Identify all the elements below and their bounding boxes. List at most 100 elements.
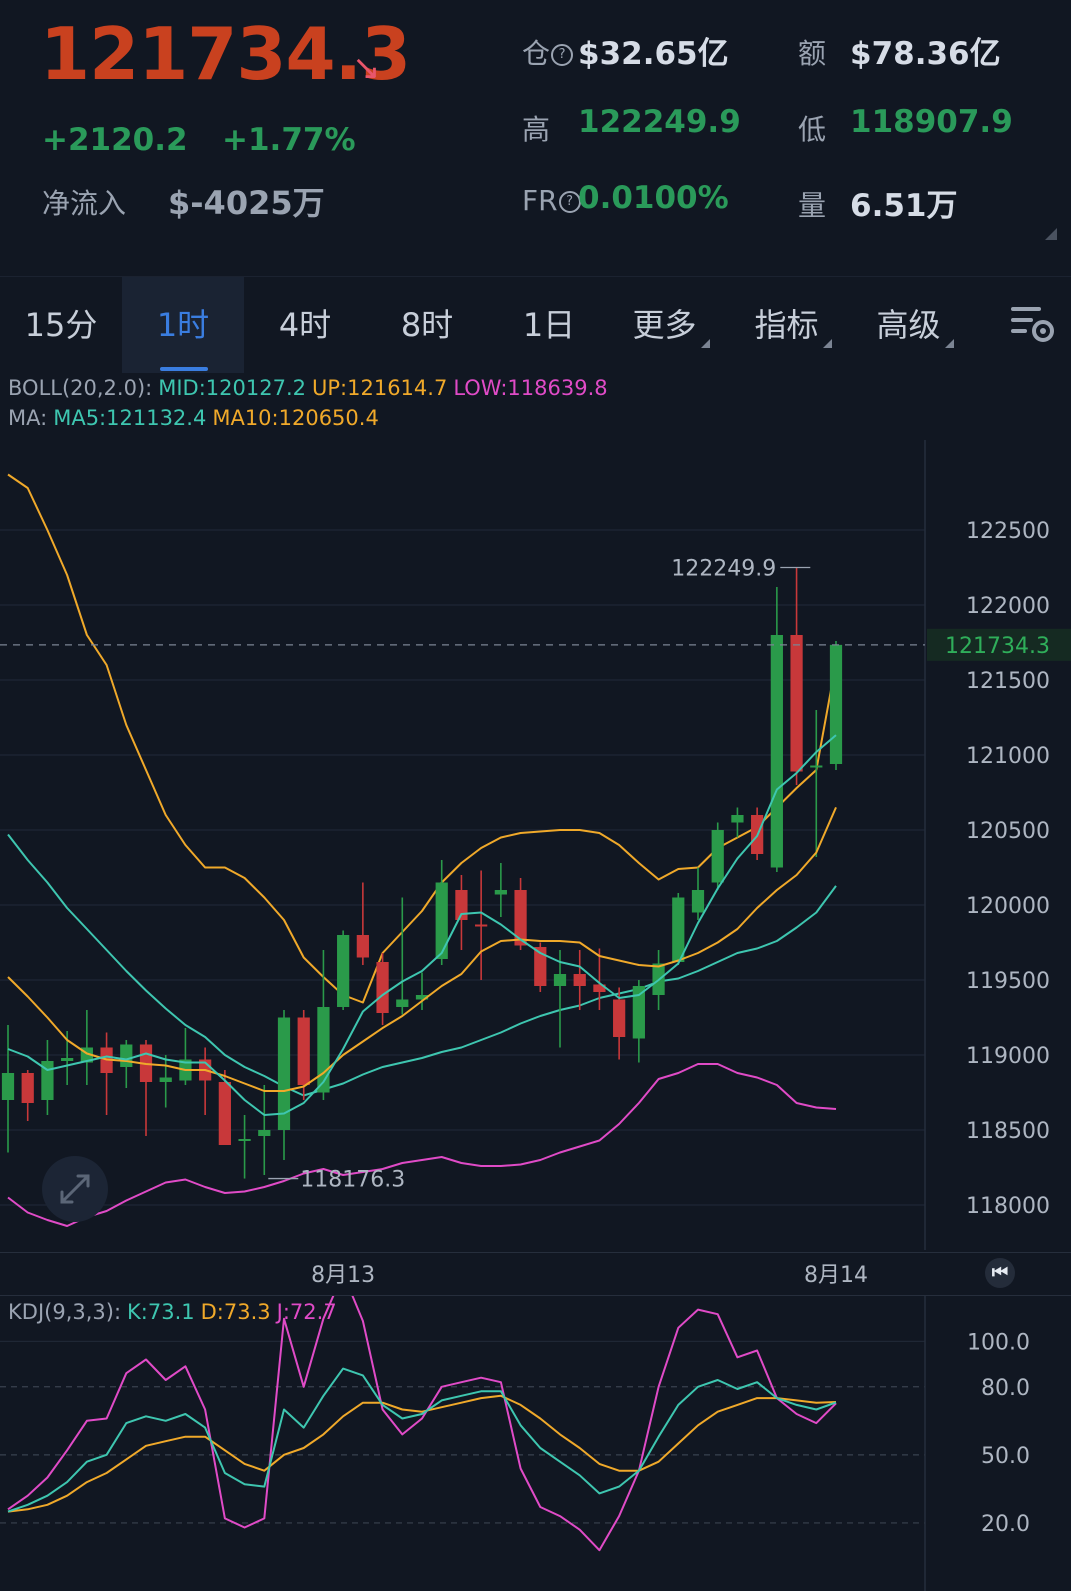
low-label: 低	[798, 113, 827, 146]
price-tick-label: 120000	[966, 894, 1050, 919]
dropdown-corner-icon	[822, 339, 832, 348]
candle-body	[317, 1007, 330, 1093]
dropdown-corner-icon	[700, 339, 710, 348]
candle-body	[376, 962, 389, 1013]
price-markers: 121734.3 122249.9 118176.3	[0, 557, 1071, 1193]
boll-upper-line	[7, 473, 837, 1004]
price-change-pct: +1.77%	[222, 122, 356, 158]
candle-body	[218, 1082, 231, 1145]
candle-body	[731, 815, 744, 823]
tab-indicators[interactable]: 指标	[732, 277, 854, 373]
tab-4h[interactable]: 4时	[244, 277, 366, 373]
time-tick-label: 8月14	[804, 1263, 868, 1288]
candle-body	[573, 974, 586, 986]
kdj-tick-label: 100.0	[967, 1330, 1030, 1355]
turnover-label: 额	[798, 37, 827, 70]
funding-rate-label[interactable]: FR?	[522, 184, 581, 217]
tab-more[interactable]: 更多	[610, 277, 732, 373]
net-inflow-label: 净流入	[42, 187, 127, 220]
interval-tab-bar: 15分 1时 4时 8时 1日 更多 指标 高级	[0, 276, 1071, 373]
tab-advanced[interactable]: 高级	[854, 277, 976, 373]
price-tick-label: 118500	[966, 1119, 1050, 1144]
tab-1h[interactable]: 1时	[122, 277, 244, 373]
active-tab-indicator	[160, 367, 208, 371]
ma10-value: MA10:120650.4	[212, 406, 379, 430]
candle-body	[494, 890, 507, 895]
price-axis: 122500 122000 121500 121000 120500 120000 1195…	[966, 519, 1050, 1219]
candle-body	[810, 765, 823, 768]
low-marker-label: 118176.3	[300, 1168, 405, 1193]
time-tick-label: 8月13	[311, 1263, 375, 1288]
boll-upper-band	[7, 473, 837, 1004]
tab-label: 8时	[400, 306, 454, 344]
kdj-j-line	[7, 1296, 837, 1552]
high-label: 高	[522, 113, 551, 146]
candle-body	[790, 635, 803, 772]
volume-value: 6.51万	[850, 188, 958, 224]
time-axis-labels: 8月13 8月14	[311, 1263, 868, 1288]
tab-1d[interactable]: 1日	[488, 277, 610, 373]
net-inflow-value: $-4025万	[168, 184, 325, 222]
tab-label: 4时	[278, 306, 332, 344]
scroll-to-latest-button[interactable]: ⏮	[985, 1258, 1015, 1288]
open-interest-label[interactable]: 仓?	[522, 32, 574, 72]
kdj-tick-label: 20.0	[981, 1512, 1030, 1537]
volume-label: 量	[798, 189, 827, 222]
fullscreen-button[interactable]	[42, 1156, 108, 1222]
kdj-chart[interactable]: 100.0 80.0 50.0 20.0	[0, 1296, 1071, 1591]
boll-low-value: LOW:118639.8	[453, 376, 608, 400]
price-tick-label: 119500	[966, 969, 1050, 994]
price-tick-label: 121000	[966, 744, 1050, 769]
tab-label: 更多	[632, 306, 697, 344]
expand-corner-icon[interactable]	[1045, 228, 1057, 240]
high-marker-label: 122249.9	[671, 557, 776, 582]
tab-label: 高级	[876, 306, 941, 344]
kdj-j-series	[7, 1296, 837, 1552]
funding-rate-label-text: FR	[522, 184, 558, 217]
kdj-k-line	[7, 1367, 837, 1513]
tab-15m[interactable]: 15分	[0, 277, 122, 373]
help-icon[interactable]: ?	[551, 44, 574, 66]
candle-body	[691, 890, 705, 913]
candles	[1, 567, 843, 1179]
candle-body	[475, 924, 488, 927]
price-grid	[0, 529, 925, 1206]
tab-label: 1时	[156, 306, 210, 344]
boll-lower-band	[7, 1063, 837, 1227]
candle-body	[672, 897, 685, 962]
price-tick-label: 120500	[966, 819, 1050, 844]
candle-body	[829, 644, 843, 764]
turnover-value: $78.36亿	[850, 36, 1001, 72]
candle-body	[356, 935, 369, 958]
candle-body	[61, 1058, 74, 1061]
candle-body	[258, 1130, 271, 1136]
time-axis: 8月13 8月14	[0, 1252, 1071, 1296]
candle-body	[120, 1044, 133, 1067]
tab-label: 1日	[522, 306, 576, 344]
ma-legend-label: MA:	[8, 406, 48, 430]
low-value: 118907.9	[850, 104, 1013, 140]
price-down-arrow-icon: ↘	[352, 48, 381, 88]
candlestick-chart[interactable]: 121734.3122249.9118176.3 122500122000121…	[0, 440, 1071, 1250]
price-tick-label: 119000	[966, 1044, 1050, 1069]
kdj-grid	[0, 1340, 925, 1524]
price-tick-label: 122500	[966, 519, 1050, 544]
open-interest-value: $32.65亿	[578, 36, 729, 72]
tab-label: 指标	[754, 306, 819, 344]
high-value: 122249.9	[578, 104, 741, 140]
open-interest-label-text: 仓	[522, 37, 551, 70]
expand-icon	[60, 1174, 90, 1204]
candle-body	[238, 1139, 251, 1141]
boll-legend-label: BOLL(20,2.0):	[8, 376, 153, 400]
current-price-tag-text: 121734.3	[945, 634, 1050, 659]
chart-settings-icon[interactable]	[1007, 297, 1059, 349]
price-tick-label: 118000	[966, 1194, 1050, 1219]
candle-body	[435, 882, 448, 959]
funding-rate-value: 0.0100%	[578, 180, 729, 216]
candle-body	[396, 999, 409, 1007]
candle-body	[553, 974, 567, 986]
tab-label: 15分	[24, 306, 98, 344]
kdj-axis: 100.0 80.0 50.0 20.0	[967, 1330, 1030, 1537]
kdj-tick-label: 80.0	[981, 1376, 1030, 1401]
tab-8h[interactable]: 8时	[366, 277, 488, 373]
